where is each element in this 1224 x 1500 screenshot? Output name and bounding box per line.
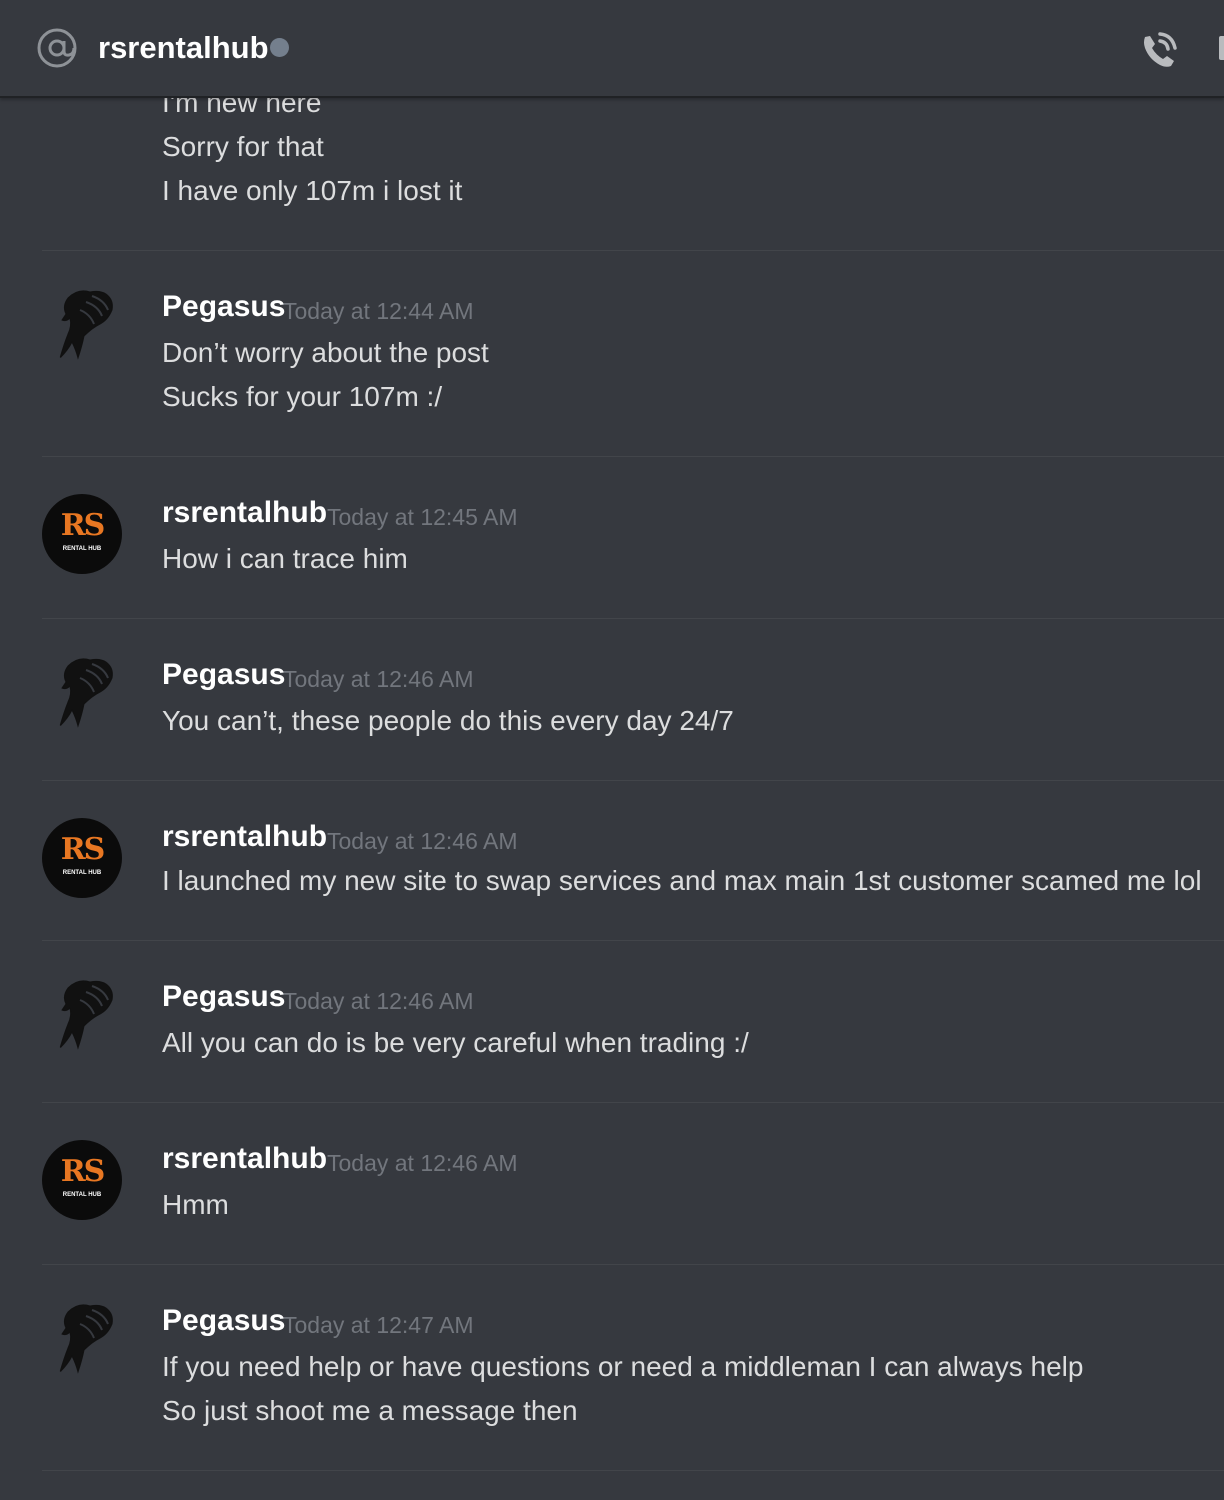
message-divider [42,940,1224,941]
message-line: Hmm [162,1189,229,1220]
channel-title: rsrentalhub [98,30,269,65]
message-line: You can’t, these people do this every da… [162,705,734,736]
pegasus-avatar[interactable] [42,652,122,732]
message-author[interactable]: rsrentalhub [162,1142,327,1176]
message-line: Sorry for that [162,131,324,162]
message-timestamp: Today at 12:46 AM [283,988,474,1014]
message-divider [42,1470,1224,1471]
message-author[interactable]: Pegasus [162,290,285,324]
avatar-logo-mark: RS [60,1154,106,1189]
message-author[interactable]: Pegasus [162,1304,285,1338]
message-divider [42,1264,1224,1265]
message-timestamp: Today at 12:45 AM [327,504,518,530]
message-line: All you can do is be very careful when t… [162,1027,749,1058]
members-icon[interactable] [1219,36,1224,60]
message-divider [42,1102,1224,1103]
message-line: If you need help or have questions or ne… [162,1351,1084,1382]
pegasus-avatar[interactable] [42,1298,122,1378]
message-timestamp: Today at 12:46 AM [327,1150,518,1176]
message-author[interactable]: rsrentalhub [162,820,327,854]
avatar-logo-caption: RENTAL HUB [62,546,102,552]
message-line: I launched my new site to swap services … [162,865,1202,896]
message-author[interactable]: Pegasus [162,658,285,692]
pegasus-avatar[interactable] [42,974,122,1054]
message-line: So just shoot me a message then [162,1395,578,1426]
message-author[interactable]: Pegasus [162,980,285,1014]
rsrentalhub-avatar[interactable]: RS RENTAL HUB [42,818,122,898]
at-icon [37,28,77,68]
avatar-logo-caption: RENTAL HUB [62,870,102,876]
message-line: How i can trace him [162,543,408,574]
channel-header: rsrentalhub [0,0,1224,98]
message-timestamp: Today at 12:46 AM [327,828,518,854]
message-line: I have only 107m i lost it [162,175,463,206]
message-line: Sucks for your 107m :/ [162,381,443,412]
message-divider [42,618,1224,619]
message-divider [42,456,1224,457]
message-list: I'm new here Sorry for that I have only … [0,96,1224,1500]
message-author[interactable]: rsrentalhub [162,496,327,530]
message-divider [42,780,1224,781]
message-line: I'm new here [162,96,322,118]
message-divider [42,250,1224,251]
rsrentalhub-avatar[interactable]: RS RENTAL HUB [42,494,122,574]
message-line: Don’t worry about the post [162,337,489,368]
rsrentalhub-avatar[interactable]: RS RENTAL HUB [42,1140,122,1220]
status-indicator [270,38,289,57]
pegasus-avatar[interactable] [42,284,122,364]
message-timestamp: Today at 12:46 AM [283,666,474,692]
message-timestamp: Today at 12:47 AM [283,1312,474,1338]
call-icon[interactable] [1138,28,1182,72]
avatar-logo-caption: RENTAL HUB [62,1192,102,1198]
avatar-logo-mark: RS [60,832,106,867]
avatar-logo-mark: RS [60,508,106,543]
message-timestamp: Today at 12:44 AM [283,298,474,324]
